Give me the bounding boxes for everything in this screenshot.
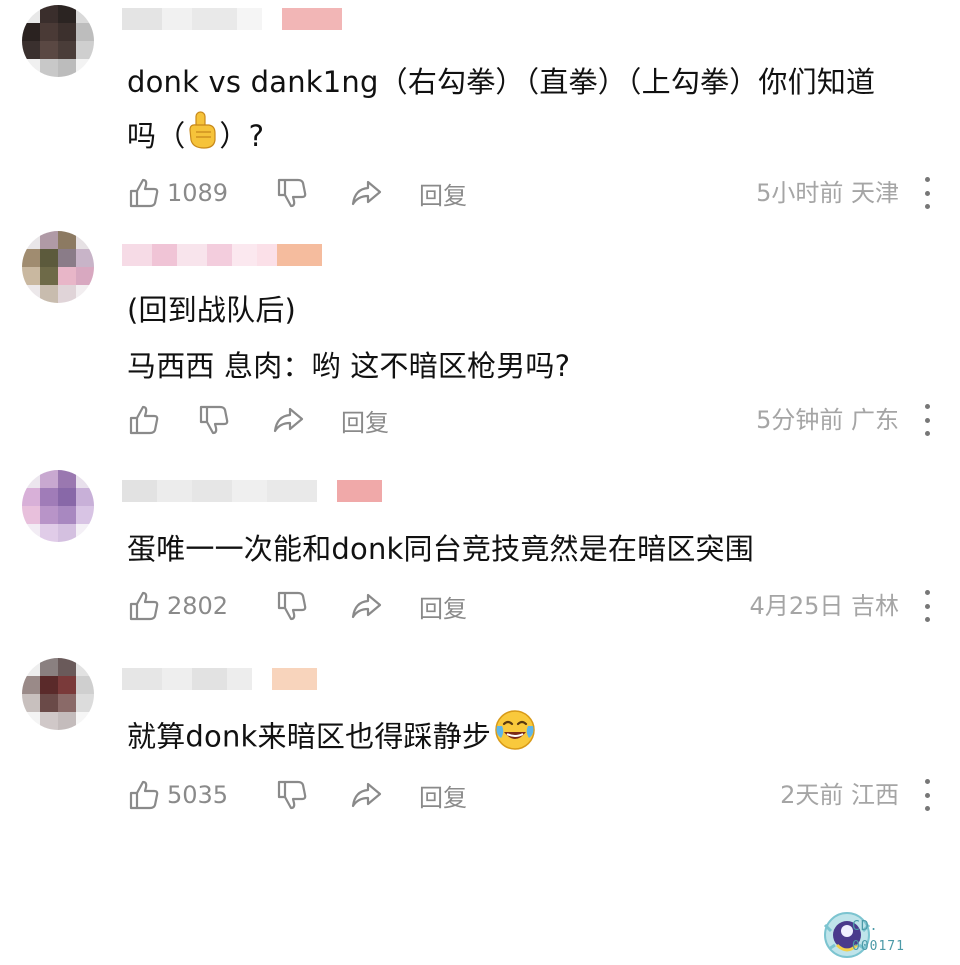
username-blurred[interactable] — [122, 668, 317, 690]
username-blurred[interactable] — [122, 480, 382, 502]
share-arrow-icon — [273, 407, 304, 433]
comment-location: 广东 — [851, 406, 899, 434]
comment-item: (回到战队后) 马西西 息肉：哟 这不暗区枪男吗? 回复 5分钟前 广东 — [0, 225, 960, 450]
pointing-up-emoji — [185, 110, 219, 167]
reply-button[interactable]: 回复 — [419, 588, 467, 624]
more-vertical-icon[interactable] — [921, 177, 933, 209]
share-button[interactable] — [271, 402, 305, 438]
dislike-button[interactable] — [275, 588, 309, 624]
thumbs-down-icon — [199, 405, 229, 435]
like-count: 1089 — [167, 179, 229, 207]
like-button[interactable]: 1089 — [127, 175, 228, 211]
avatar[interactable] — [22, 470, 94, 542]
comment-item: CD. 000171 蛋唯一一次能和donk同台竞技竟然是在暗区突围 2802 … — [0, 450, 960, 958]
share-button[interactable] — [349, 588, 383, 624]
thumbs-up-icon — [129, 178, 159, 208]
comment-text: 蛋唯一一次能和donk同台竞技竟然是在暗区突围 — [127, 522, 754, 576]
badge-label: CD. 000171 — [852, 919, 905, 954]
comment-time: 4月25日 — [749, 592, 844, 620]
like-button[interactable] — [127, 402, 161, 438]
thumbs-down-icon — [277, 780, 307, 810]
thumbs-down-icon — [277, 178, 307, 208]
comment-line: (回到战队后) — [127, 293, 297, 327]
more-vertical-icon[interactable] — [921, 779, 933, 811]
more-vertical-icon[interactable] — [921, 404, 933, 436]
comment-line: 蛋唯一一次能和donk同台竞技竟然是在暗区突围 — [127, 532, 754, 566]
comment-line: 就算donk来暗区也得踩静步 — [127, 708, 537, 769]
like-count: 5035 — [167, 781, 229, 809]
comment-location: 天津 — [851, 179, 899, 207]
share-arrow-icon — [351, 180, 382, 206]
comment-meta: 2天前 江西 — [780, 777, 899, 813]
comment-actions: 回复 5分钟前 广东 — [127, 402, 947, 438]
share-arrow-icon — [351, 782, 382, 808]
comment-location: 江西 — [851, 781, 899, 809]
dislike-button[interactable] — [275, 777, 309, 813]
laughing-tears-emoji — [493, 708, 537, 769]
dislike-button[interactable] — [197, 402, 231, 438]
thumbs-up-icon — [129, 405, 159, 435]
avatar[interactable] — [22, 231, 94, 303]
comment-text: donk vs dank1ng（右勾拳）（直拳）（上勾拳）你们知道 吗（ ）? — [127, 55, 875, 167]
like-button[interactable]: 2802 — [127, 588, 228, 624]
comment-item: 就算donk来暗区也得踩静步 5035 回复 2天前 江西 — [0, 642, 960, 835]
thumbs-up-icon — [129, 780, 159, 810]
username-blurred[interactable] — [122, 244, 322, 266]
reply-button[interactable]: 回复 — [419, 777, 467, 813]
like-button[interactable]: 5035 — [127, 777, 228, 813]
like-count: 2802 — [167, 592, 229, 620]
thumbs-down-icon — [277, 591, 307, 621]
reply-button[interactable]: 回复 — [341, 402, 389, 438]
avatar[interactable] — [22, 5, 94, 77]
more-vertical-icon[interactable] — [921, 590, 933, 622]
comment-meta: 4月25日 吉林 — [750, 588, 899, 624]
thumbs-up-icon — [129, 591, 159, 621]
comment-actions: 1089 回复 5小时前 天津 — [127, 175, 947, 211]
comment-time: 2天前 — [780, 781, 844, 809]
dislike-button[interactable] — [275, 175, 309, 211]
comment-text: 就算donk来暗区也得踩静步 — [127, 708, 537, 769]
comment-text: (回到战队后) 马西西 息肉：哟 这不暗区枪男吗? — [127, 283, 570, 393]
comment-meta: 5分钟前 广东 — [756, 402, 899, 438]
comment-time: 5小时前 — [756, 179, 844, 207]
avatar[interactable] — [22, 658, 94, 730]
comment-actions: 2802 回复 4月25日 吉林 — [127, 588, 947, 624]
comment-meta: 5小时前 天津 — [756, 175, 899, 211]
comment-item: donk vs dank1ng（右勾拳）（直拳）（上勾拳）你们知道 吗（ ）? … — [0, 0, 960, 225]
comment-time: 5分钟前 — [756, 406, 844, 434]
share-arrow-icon — [351, 593, 382, 619]
reply-button[interactable]: 回复 — [419, 175, 467, 211]
share-button[interactable] — [349, 777, 383, 813]
comment-actions: 5035 回复 2天前 江西 — [127, 777, 947, 813]
share-button[interactable] — [349, 175, 383, 211]
username-blurred[interactable] — [122, 8, 342, 30]
comment-line: 马西西 息肉：哟 这不暗区枪男吗? — [127, 349, 571, 383]
comment-location: 吉林 — [851, 592, 899, 620]
comment-line: 吗（ ）? — [127, 109, 875, 167]
comment-line: donk vs dank1ng（右勾拳）（直拳）（上勾拳）你们知道 — [127, 65, 876, 99]
